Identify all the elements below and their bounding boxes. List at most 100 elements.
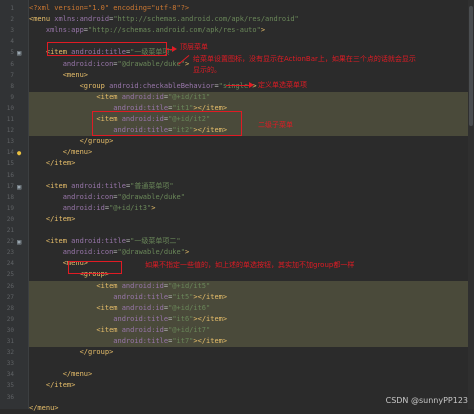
code-line[interactable]: </menu> [29, 147, 474, 158]
code-line[interactable]: <item android:id="@+id/it6" [29, 302, 474, 314]
annotation-box-submenu-items [92, 111, 242, 136]
line-number: 34 [6, 371, 14, 379]
code-token: "it7" [172, 337, 194, 345]
code-token: > [184, 248, 190, 257]
code-line[interactable]: <item android:title="一级菜单项二" [29, 236, 474, 247]
annotation-single-choice: 定义单选菜单项 [258, 81, 307, 89]
line-number: 35 [6, 382, 14, 390]
code-line[interactable]: </item> [29, 214, 474, 225]
code-line[interactable]: </group> [29, 136, 474, 147]
code-token: ></item> [193, 337, 228, 345]
line-number: 16 [6, 171, 14, 179]
code-line[interactable]: <?xml version="1.0" encoding="utf-8"?> [29, 3, 474, 14]
code-line[interactable]: android:icon="@drawable/duke"> [29, 247, 474, 258]
line-number: 36 [6, 393, 14, 401]
line-number: 19 [6, 204, 14, 212]
line-number: 30 [6, 326, 14, 334]
code-token: ></item> [193, 314, 228, 323]
code-token: <item [29, 237, 72, 246]
line-number: 20 [6, 215, 14, 223]
code-token: > [260, 26, 266, 35]
line-number: 11 [6, 116, 14, 123]
line-number: 31 [6, 338, 14, 345]
line-number: 7 [10, 71, 14, 79]
code-token: > [184, 59, 190, 68]
code-token: <item [29, 325, 122, 334]
code-token: "http://schemas.android.com/apk/res/andr… [113, 15, 299, 24]
annotation-arrowhead-single [249, 82, 254, 88]
line-number: 9 [10, 93, 14, 101]
image-icon: ▣ [17, 182, 22, 191]
code-token: "@+id/it5" [168, 281, 211, 290]
code-line[interactable]: </item> [29, 158, 474, 169]
line-number: 13 [6, 138, 14, 146]
line-number: 1 [10, 5, 14, 12]
code-line[interactable]: <menu> [29, 70, 474, 81]
code-token: <item [29, 281, 122, 290]
line-number: 22 [6, 238, 14, 246]
code-token: </item> [29, 159, 76, 168]
code-token: android:title [113, 292, 169, 301]
code-line[interactable]: android:icon="@drawable/duke" [29, 192, 474, 203]
code-token: android:title [113, 314, 169, 323]
code-token: "普通菜单项" [130, 181, 174, 190]
code-line[interactable]: <menu xmlns:android="http://schemas.andr… [29, 14, 474, 25]
bulb-icon: ● [17, 149, 22, 158]
line-number: 32 [6, 349, 14, 357]
code-line[interactable]: <item android:id="@+id/it1" [29, 91, 474, 103]
code-token: </menu> [29, 370, 93, 379]
code-token: android:icon [62, 192, 114, 201]
vertical-scrollbar[interactable] [468, 0, 474, 409]
code-line[interactable]: </group> [29, 347, 474, 358]
line-number: 8 [10, 82, 14, 90]
line-number: 15 [6, 160, 14, 168]
annotation-icon-note-line1: 给菜单设置图标，没有显示在ActionBar上，如果在三个点的话就会显示 [193, 55, 416, 63]
line-number: 4 [10, 38, 14, 46]
code-token: android:id [121, 281, 164, 290]
code-line[interactable] [29, 358, 474, 369]
image-icon: ▣ [17, 49, 22, 58]
code-line[interactable]: <item android:title="普通菜单项" [29, 181, 474, 192]
code-line[interactable]: <item android:id="@+id/it5" [29, 280, 474, 292]
code-line[interactable]: </item> [29, 380, 474, 391]
code-token: </group> [29, 137, 114, 146]
code-token: "it5" [172, 292, 194, 301]
line-number: 28 [6, 304, 14, 312]
code-line[interactable] [29, 225, 474, 236]
code-line[interactable]: </menu> [29, 369, 474, 380]
annotation-box-top-menu [47, 42, 167, 56]
code-token: <menu> [29, 70, 89, 79]
code-line[interactable]: <item android:id="@+id/it7" [29, 324, 474, 336]
line-number: 2 [10, 16, 14, 24]
code-line[interactable]: android:title="it5"></item> [29, 291, 474, 303]
code-line[interactable] [29, 170, 474, 181]
annotation-group-note: 如果不指定一些值的，如上述的单选按钮，其实加不加group都一样 [145, 261, 355, 269]
code-token: "it6" [172, 314, 194, 323]
annotation-submenu: 二级子菜单 [258, 121, 293, 129]
code-token: <group [29, 81, 110, 90]
code-line[interactable]: android:title="it6"></item> [29, 313, 474, 325]
line-number: 14 [6, 149, 14, 157]
code-token: android:title [113, 337, 169, 345]
code-token: android:icon [62, 248, 114, 257]
line-number: 3 [10, 27, 14, 35]
line-number: 27 [6, 293, 14, 301]
code-line[interactable]: android:id="@+id/it3"> [29, 203, 474, 214]
code-token: android:title [71, 181, 126, 190]
scrollbar-thumb[interactable] [469, 6, 473, 126]
annotation-box-group [68, 261, 122, 274]
code-line[interactable]: android:title="it7"></item> [29, 336, 474, 347]
line-number: 23 [6, 249, 14, 257]
line-number: 12 [6, 127, 14, 135]
code-token: "一级菜单项二" [130, 237, 181, 246]
code-token: android:id [121, 92, 164, 101]
code-token: "@+id/it3" [109, 203, 152, 212]
code-token: "@+id/it1" [168, 92, 211, 101]
code-token: <item [29, 303, 122, 312]
code-token: android:id [62, 203, 105, 212]
code-line[interactable]: xmlns:app="http://schemas.android.com/ap… [29, 25, 474, 36]
code-token: "@drawable/duke" [117, 192, 185, 201]
